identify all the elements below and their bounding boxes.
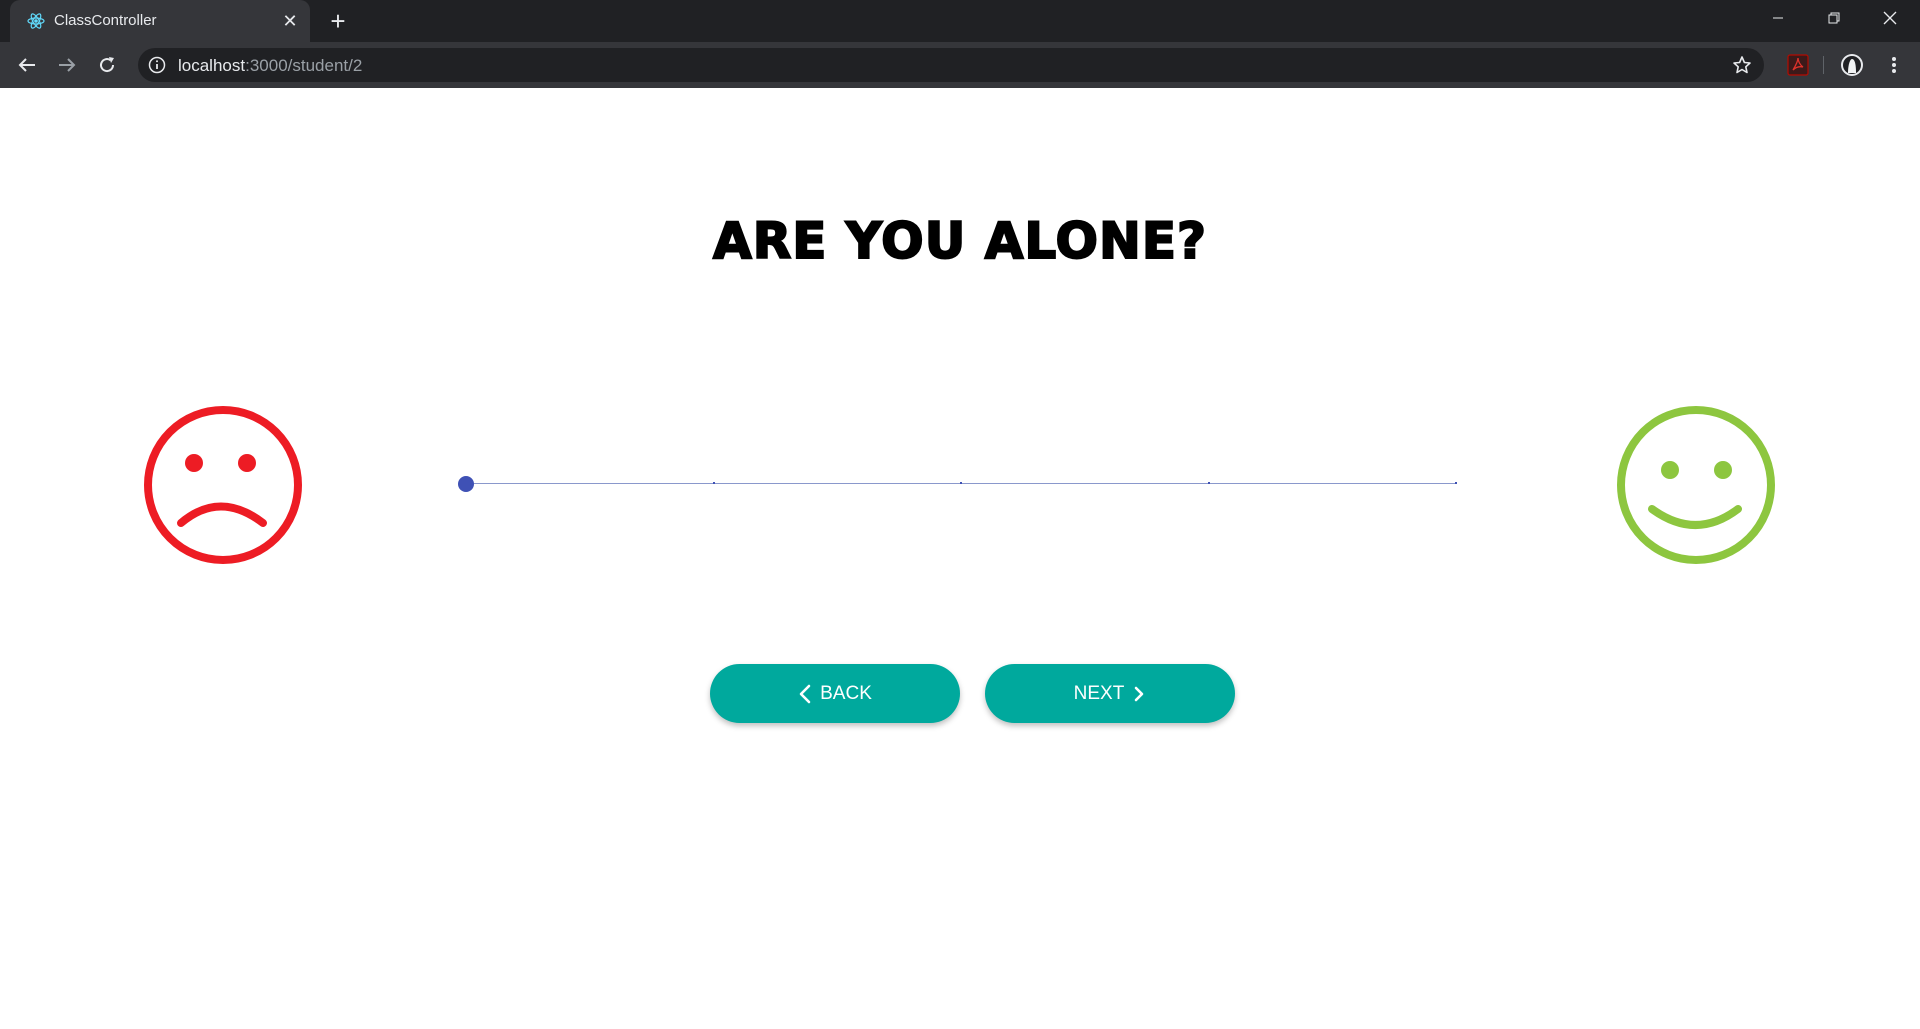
- chevron-right-icon: [1135, 686, 1144, 701]
- happy-face-icon[interactable]: [1616, 405, 1776, 565]
- slider-tick-mark: [712, 482, 715, 484]
- address-bar[interactable]: localhost:3000/student/2: [138, 48, 1764, 82]
- back-button[interactable]: BACK: [710, 664, 960, 723]
- tab-title: ClassController: [54, 12, 157, 29]
- new-tab-icon[interactable]: +: [326, 8, 350, 34]
- slider-tick-mark: [960, 482, 962, 484]
- url-host: localhost: [178, 56, 246, 75]
- browser-toolbar: localhost:3000/student/2: [0, 42, 1920, 88]
- back-arrow-icon[interactable]: [13, 51, 41, 79]
- tab-close-icon[interactable]: ✕: [280, 11, 300, 31]
- browser-tab[interactable]: ClassController ✕: [10, 0, 310, 42]
- url-text: localhost:3000/student/2: [178, 56, 362, 76]
- toolbar-separator: [1823, 56, 1824, 74]
- chevron-left-icon: [799, 684, 811, 703]
- profile-avatar-icon[interactable]: [1840, 53, 1864, 77]
- reload-icon[interactable]: [93, 51, 121, 79]
- question-title: ARE YOU ALONE?: [712, 211, 1207, 271]
- react-logo-icon: [27, 13, 45, 29]
- restore-icon[interactable]: [1806, 0, 1862, 36]
- info-icon[interactable]: [148, 56, 166, 74]
- sad-face-icon[interactable]: [143, 405, 303, 565]
- slider-tick-mark: [1455, 482, 1457, 484]
- browser-tab-strip: ClassController ✕ +: [0, 0, 1920, 42]
- back-button-label: BACK: [820, 682, 872, 704]
- close-window-icon[interactable]: [1862, 0, 1918, 36]
- next-button[interactable]: NEXT: [985, 664, 1235, 723]
- slider-thumb[interactable]: [458, 476, 474, 492]
- pdf-extension-icon[interactable]: [1786, 53, 1810, 77]
- menu-dots-icon[interactable]: [1880, 51, 1908, 79]
- bookmark-star-icon[interactable]: [1732, 55, 1752, 75]
- mood-slider[interactable]: [458, 474, 1457, 494]
- minimize-icon[interactable]: [1750, 0, 1806, 36]
- next-button-label: NEXT: [1073, 682, 1125, 704]
- slider-tick-mark: [1207, 482, 1210, 484]
- url-path: :3000/student/2: [245, 56, 363, 75]
- forward-arrow-icon[interactable]: [53, 51, 81, 79]
